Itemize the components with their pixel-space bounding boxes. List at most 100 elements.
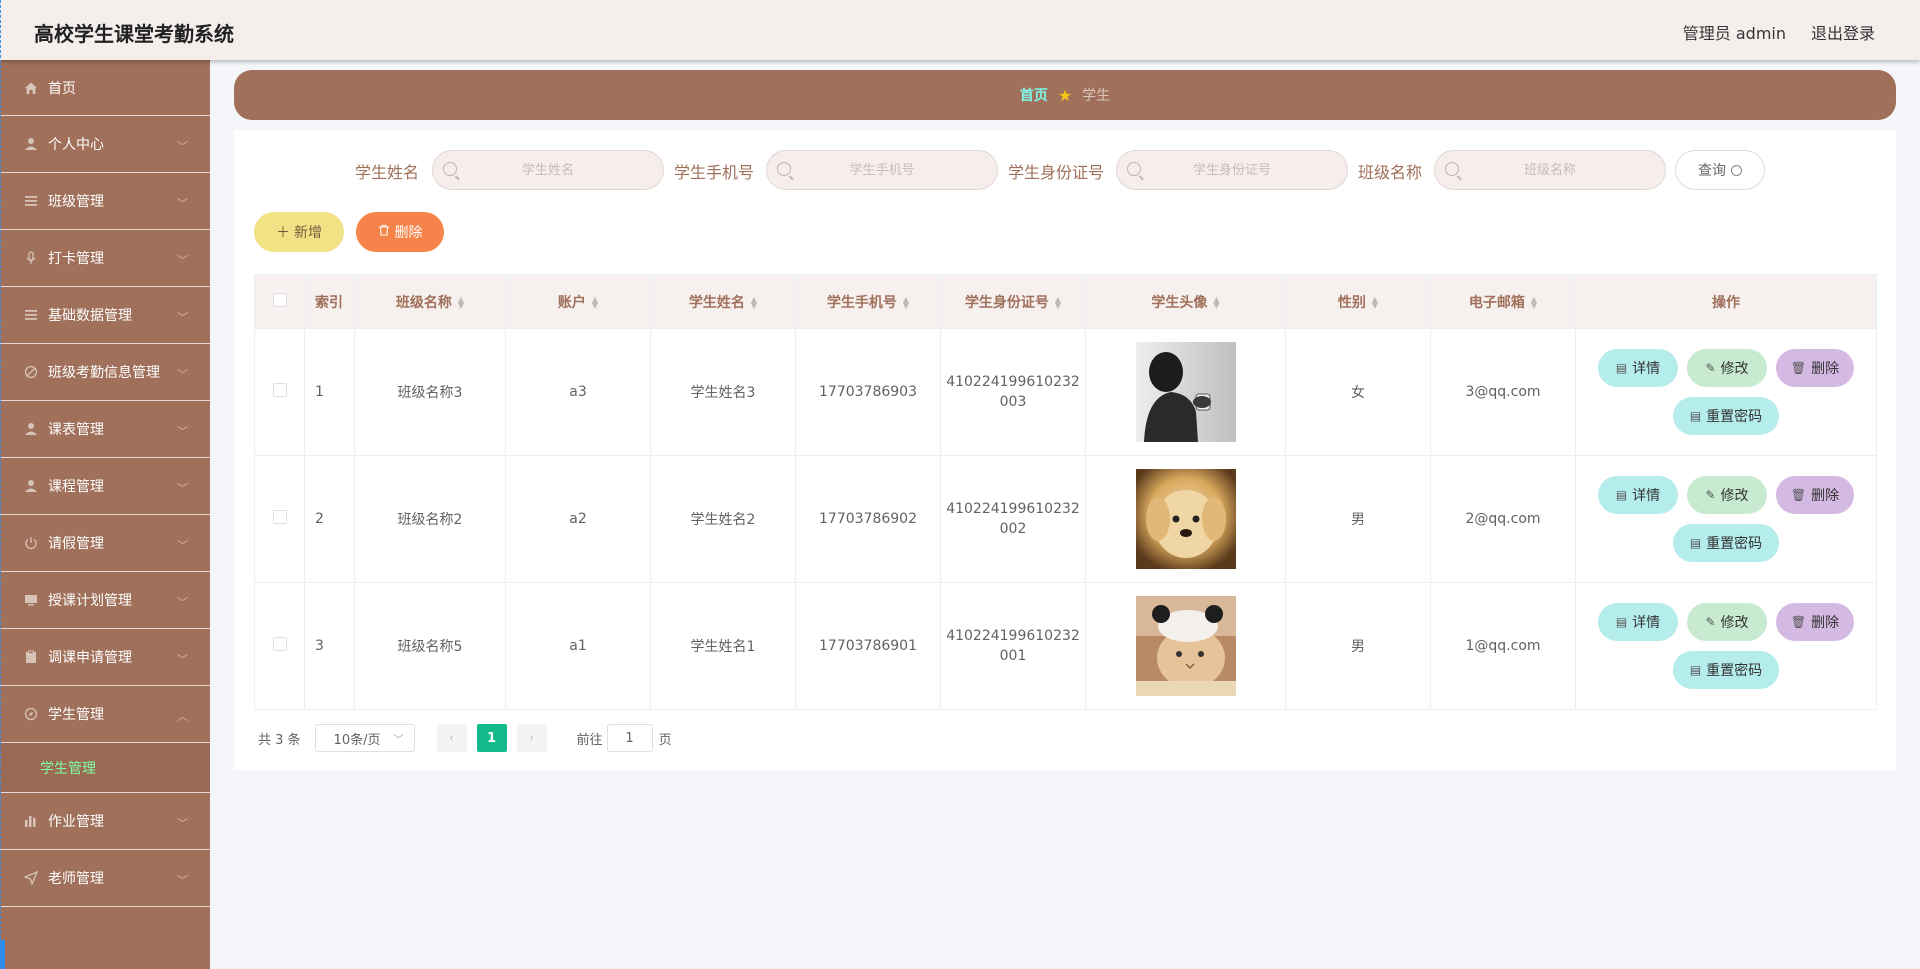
sidebar-item-teacher-management[interactable]: 老师管理 ﹀: [0, 850, 210, 907]
logout-link[interactable]: 退出登录: [1811, 20, 1875, 44]
cell-gender: 女: [1285, 328, 1431, 456]
next-page-button[interactable]: ›: [516, 724, 547, 752]
cell-operations: ▤ 详情 ✎ 修改 🗑 删除 ▤ 重置密码: [1575, 328, 1877, 456]
cell-student-phone: 17703786903: [795, 328, 941, 456]
search-student-id-field[interactable]: [1116, 150, 1348, 190]
cell-student-phone: 17703786902: [795, 455, 941, 583]
cell-student-id: 410224199610232 001: [940, 582, 1086, 710]
detail-button[interactable]: ▤ 详情: [1598, 603, 1678, 641]
app-title: 高校学生课堂考勤系统: [34, 22, 234, 46]
plus-icon: ＋: [276, 225, 290, 241]
search-class-name-field[interactable]: [1434, 150, 1666, 190]
sort-icon[interactable]: ▲ ▼: [592, 295, 598, 309]
detail-button[interactable]: ▤ 详情: [1598, 349, 1678, 387]
row-select-cell: [254, 328, 305, 456]
search-class-name-input[interactable]: [1435, 151, 1665, 189]
edit-button[interactable]: ✎ 修改: [1687, 603, 1767, 641]
search-student-id-input[interactable]: [1117, 151, 1347, 189]
search-icon: [1445, 162, 1459, 176]
cell-account: a3: [505, 328, 651, 456]
edit-icon: ✎: [1705, 361, 1716, 375]
sidebar-item-label: 个人中心: [48, 137, 104, 153]
sidebar-item-leave-management[interactable]: 请假管理 ﹀: [0, 515, 210, 572]
cell-student-name: 学生姓名3: [650, 328, 796, 456]
breadcrumb-home[interactable]: 首页: [1020, 85, 1048, 105]
sort-icon[interactable]: ▲ ▼: [903, 295, 909, 309]
column-header-student-id[interactable]: 学生身份证号 ▲ ▼: [940, 274, 1086, 329]
sort-icon[interactable]: ▲ ▼: [1531, 295, 1537, 309]
sort-icon[interactable]: ▲ ▼: [751, 295, 757, 309]
breadcrumb-current: 学生: [1082, 88, 1111, 104]
cell-class-name: 班级名称5: [354, 582, 506, 710]
top-header: 高校学生课堂考勤系统 管理员 admin 退出登录: [0, 0, 1920, 969]
query-button[interactable]: 查询: [1675, 150, 1765, 190]
sidebar-item-home[interactable]: 首页: [0, 60, 210, 116]
avatar-image-man[interactable]: [1135, 342, 1236, 442]
search-student-name-input[interactable]: [433, 151, 663, 189]
column-header-class-name[interactable]: 班级名称 ▲ ▼: [354, 274, 506, 329]
sidebar-item-label: 学生管理: [48, 707, 104, 723]
cell-student-phone: 17703786901: [795, 582, 941, 710]
sidebar-item-homework-management[interactable]: 作业管理 ﹀: [0, 793, 210, 850]
prev-page-button[interactable]: ‹: [436, 724, 467, 752]
chevron-left-icon: ‹: [448, 730, 455, 746]
search-student-phone-field[interactable]: [766, 150, 998, 190]
sidebar-item-label: 老师管理: [48, 871, 104, 887]
sort-icon[interactable]: ▲ ▼: [1055, 295, 1061, 309]
sidebar-item-timetable-management[interactable]: 课表管理 ﹀: [0, 401, 210, 458]
document-icon: ▤: [1615, 615, 1628, 629]
column-header-email[interactable]: 电子邮箱 ▲ ▼: [1430, 274, 1576, 329]
avatar-image-puppy[interactable]: [1135, 469, 1236, 569]
search-label-student-id: 学生身份证号: [1008, 163, 1105, 182]
page-size-select[interactable]: 10条/页 ﹀: [314, 724, 415, 752]
page-number-current[interactable]: 1: [476, 724, 507, 752]
row-checkbox[interactable]: [272, 510, 287, 524]
detail-button[interactable]: ▤ 详情: [1598, 476, 1678, 514]
select-all-checkbox[interactable]: [272, 292, 287, 307]
add-button[interactable]: ＋ 新增: [254, 212, 344, 252]
row-checkbox[interactable]: [272, 637, 287, 651]
list-icon: [22, 192, 40, 210]
sidebar-item-course-management[interactable]: 课程管理 ﹀: [0, 458, 210, 515]
edit-button[interactable]: ✎ 修改: [1687, 349, 1767, 387]
sidebar-item-checkin-management[interactable]: 打卡管理 ﹀: [0, 230, 210, 287]
reset-password-button[interactable]: ▤ 重置密码: [1673, 524, 1779, 562]
delete-button[interactable]: 🗑 删除: [1776, 349, 1854, 387]
sidebar-item-label: 班级管理: [48, 194, 104, 210]
search-student-phone-input[interactable]: [767, 151, 997, 189]
column-header-account[interactable]: 账户 ▲ ▼: [505, 274, 651, 329]
edit-button[interactable]: ✎ 修改: [1687, 476, 1767, 514]
sidebar-item-class-management[interactable]: 班级管理 ﹀: [0, 173, 210, 230]
sidebar-item-class-attendance-management[interactable]: 班级考勤信息管理 ﹀: [0, 344, 210, 401]
batch-delete-button[interactable]: 删除: [356, 212, 444, 252]
star-icon: ★: [1057, 85, 1073, 105]
column-header-student-phone[interactable]: 学生手机号 ▲ ▼: [795, 274, 941, 329]
delete-button[interactable]: 🗑 删除: [1776, 603, 1854, 641]
row-checkbox[interactable]: [272, 383, 287, 397]
goto-page-input[interactable]: [606, 724, 653, 752]
sort-icon[interactable]: ▲ ▼: [458, 295, 464, 309]
reset-password-button[interactable]: ▤ 重置密码: [1673, 651, 1779, 689]
sidebar-item-student-management[interactable]: 学生管理 ︿: [0, 686, 210, 743]
sidebar-item-basic-data-management[interactable]: 基础数据管理 ﹀: [0, 287, 210, 344]
delete-button[interactable]: 🗑 删除: [1776, 476, 1854, 514]
column-header-student-avatar[interactable]: 学生头像 ▲ ▼: [1085, 274, 1286, 329]
search-student-name-field[interactable]: [432, 150, 664, 190]
sidebar-item-label: 授课计划管理: [48, 593, 132, 609]
sort-icon[interactable]: ▲ ▼: [1372, 295, 1378, 309]
document-icon: ▤: [1615, 488, 1628, 502]
cell-email: 2@qq.com: [1430, 455, 1576, 583]
sidebar-subitem-student-management[interactable]: 学生管理: [0, 743, 210, 793]
column-header-student-name[interactable]: 学生姓名 ▲ ▼: [650, 274, 796, 329]
sidebar-item-teaching-plan-management[interactable]: 授课计划管理 ﹀: [0, 572, 210, 629]
avatar-image-kitten[interactable]: [1135, 596, 1236, 696]
user-icon: [22, 477, 40, 495]
sidebar-item-course-adjust-management[interactable]: 调课申请管理 ﹀: [0, 629, 210, 686]
sort-icon[interactable]: ▲ ▼: [1213, 295, 1219, 309]
reset-password-button[interactable]: ▤ 重置密码: [1673, 397, 1779, 435]
trash-icon: 🗑: [1790, 615, 1807, 629]
sidebar-item-personal-center[interactable]: 个人中心 ﹀: [0, 116, 210, 173]
chevron-up-icon: ︿: [177, 710, 188, 723]
chevron-down-icon: ﹀: [177, 140, 188, 153]
column-header-gender[interactable]: 性别 ▲ ▼: [1285, 274, 1431, 329]
